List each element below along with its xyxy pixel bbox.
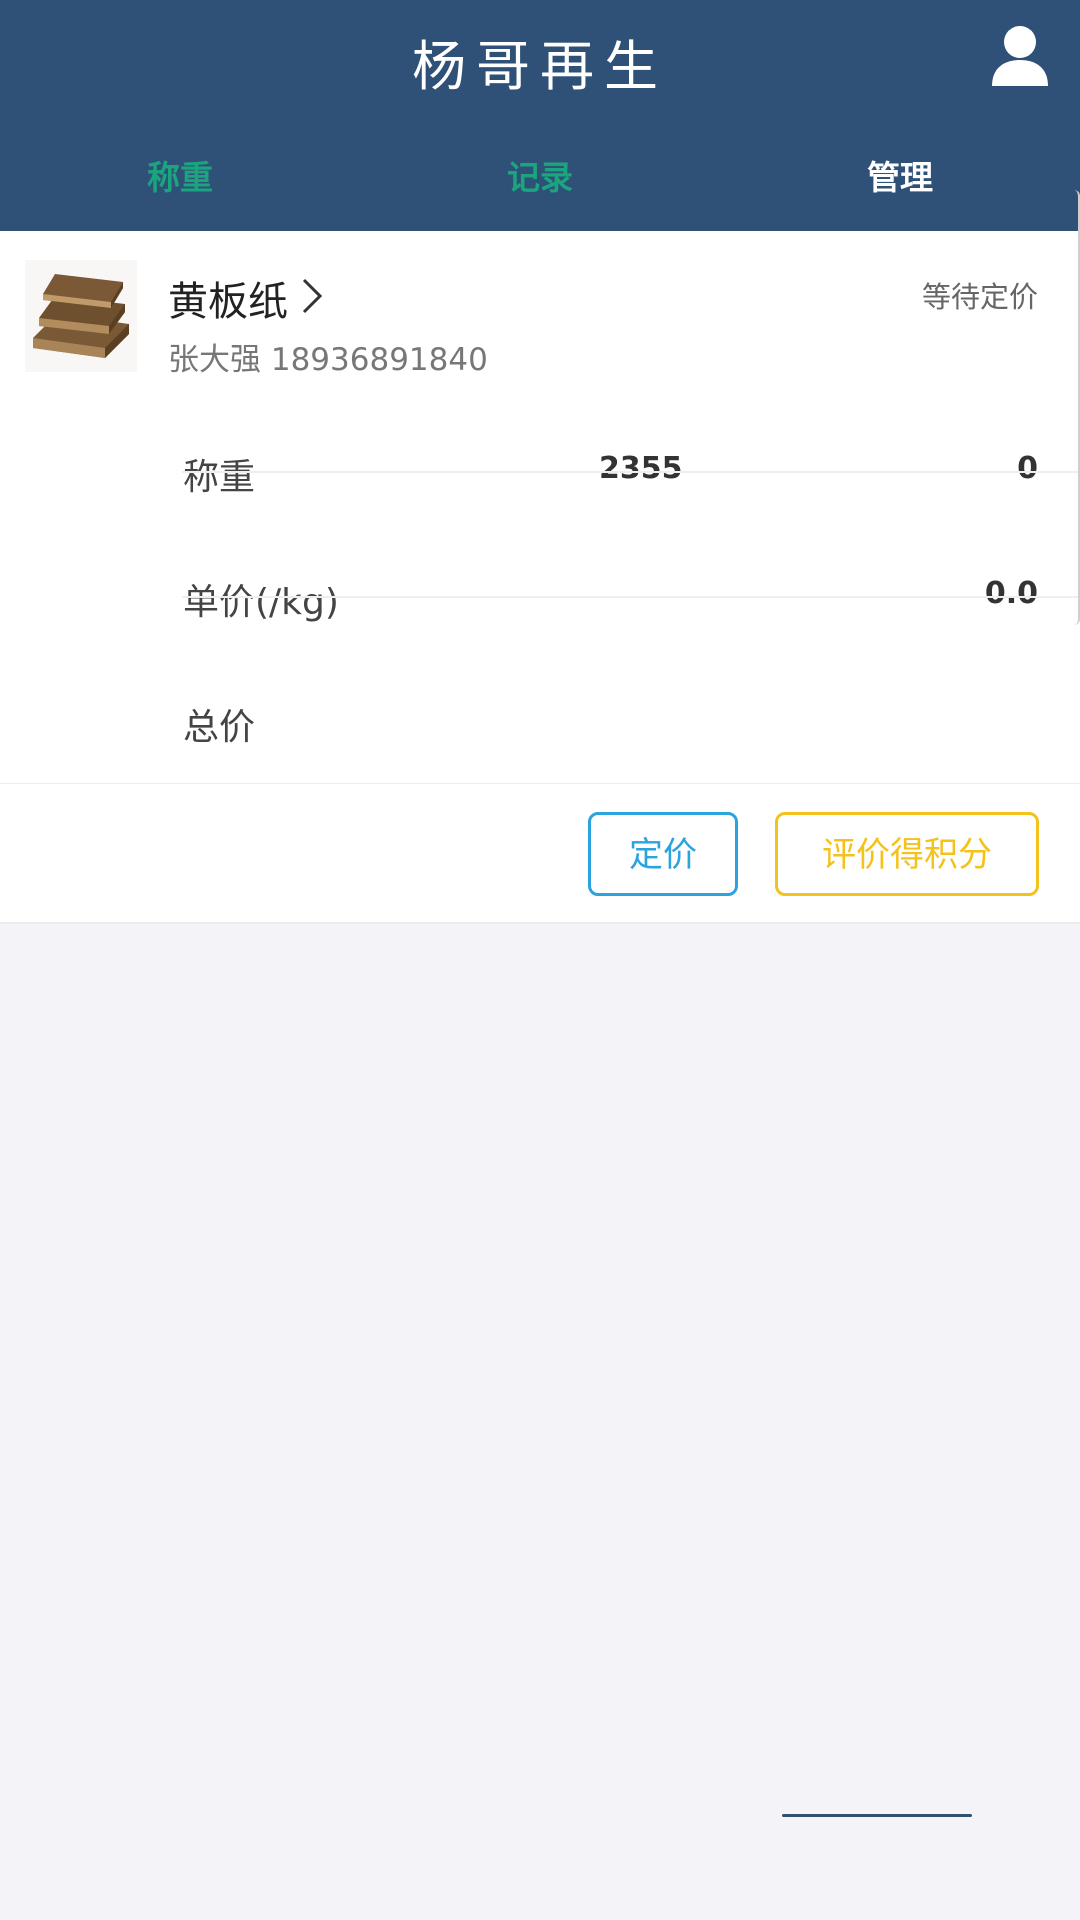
user-icon[interactable] bbox=[990, 24, 1050, 88]
row-divider bbox=[182, 471, 1080, 473]
customer-info: 张大强 18936891840 bbox=[168, 342, 488, 378]
weight-label: 称重 bbox=[183, 457, 256, 498]
weight-value: 2355 bbox=[599, 451, 683, 486]
item-thumbnail bbox=[25, 260, 137, 372]
home-indicator bbox=[782, 1814, 972, 1817]
app-header: 杨哥再生 称重 记录 管理 bbox=[0, 0, 1080, 231]
tab-weigh[interactable]: 称重 bbox=[0, 140, 360, 216]
app-title: 杨哥再生 bbox=[412, 35, 668, 98]
tab-bar: 称重 记录 管理 bbox=[0, 140, 1080, 216]
weight-value-right: 0 bbox=[1017, 451, 1038, 486]
unit-price-value: 0.0 bbox=[984, 576, 1038, 611]
chevron-right-icon[interactable] bbox=[300, 276, 324, 316]
tab-records[interactable]: 记录 bbox=[360, 140, 720, 216]
tab-manage[interactable]: 管理 bbox=[720, 140, 1080, 216]
rate-button[interactable]: 评价得积分 bbox=[775, 812, 1039, 896]
order-card: 黄板纸 等待定价 张大强 18936891840 称重 2355 0 单价(/k… bbox=[0, 231, 1080, 785]
scroll-indicator bbox=[1070, 190, 1080, 625]
price-button[interactable]: 定价 bbox=[588, 812, 738, 896]
row-divider bbox=[182, 596, 1080, 598]
status-label: 等待定价 bbox=[921, 280, 1038, 314]
unit-price-label: 单价(/kg) bbox=[183, 582, 339, 623]
total-price-label: 总价 bbox=[183, 707, 256, 748]
item-name[interactable]: 黄板纸 bbox=[168, 269, 288, 327]
action-bar: 定价 评价得积分 bbox=[0, 784, 1080, 924]
